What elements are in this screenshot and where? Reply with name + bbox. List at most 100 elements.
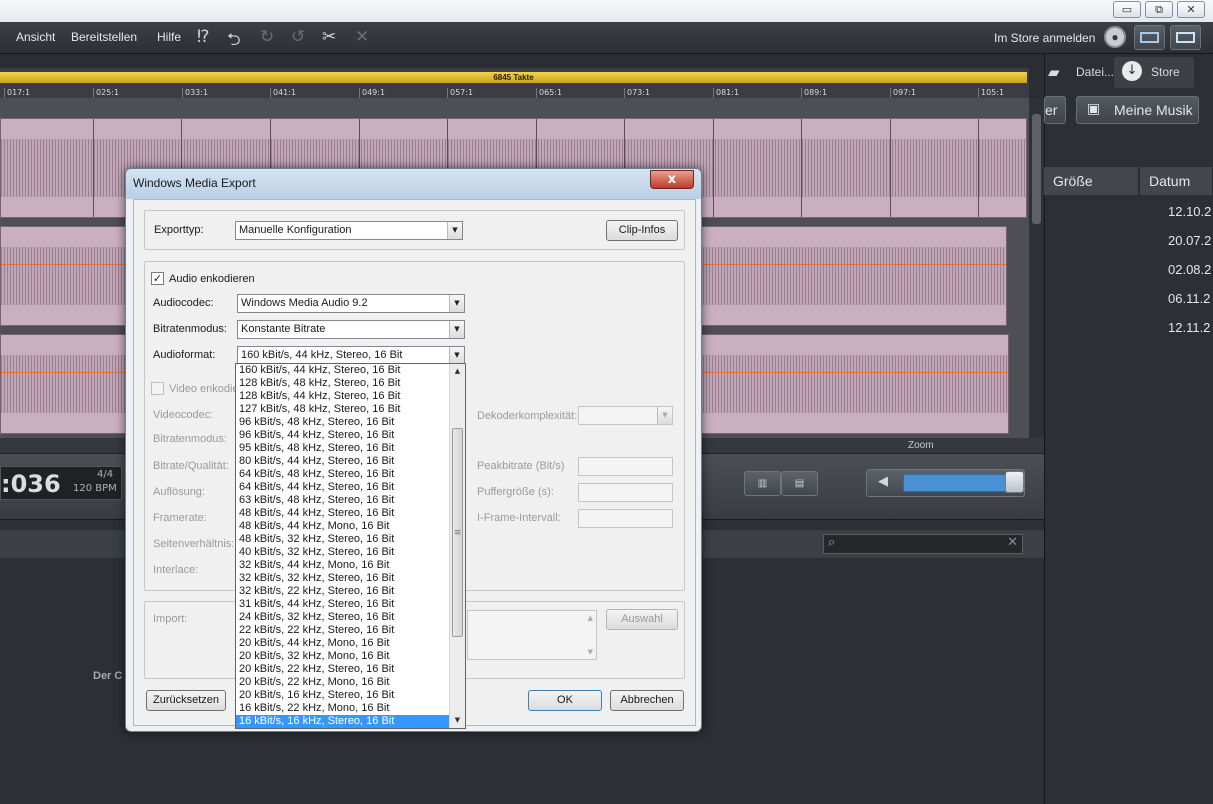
arranger-vertical-scrollbar[interactable]: [1029, 98, 1044, 450]
partial-button[interactable]: er: [1044, 96, 1066, 124]
audio-encode-label: Audio enkodieren: [169, 273, 255, 285]
audio-format-option[interactable]: 64 kBit/s, 48 kHz, Stereo, 16 Bit: [236, 468, 450, 481]
takte-bar[interactable]: 6845 Takte: [0, 72, 1027, 83]
audio-format-option[interactable]: 127 kBit/s, 48 kHz, Stereo, 16 Bit: [236, 403, 450, 416]
date-cell: 02.08.2: [1168, 262, 1212, 277]
audio-codec-select[interactable]: Windows Media Audio 9.2 ▼: [237, 294, 465, 313]
window-view-icon: [1140, 32, 1159, 43]
user-avatar-icon[interactable]: ●: [1104, 26, 1126, 48]
keyboard-icon[interactable]: ▥: [744, 471, 781, 496]
peak-bitrate-field[interactable]: [578, 457, 673, 476]
tab-dateien[interactable]: Datei...: [1046, 56, 1114, 88]
clear-icon[interactable]: ✕: [1007, 535, 1018, 550]
scrollbar-thumb[interactable]: ≡: [452, 428, 463, 637]
audio-format-dropdown-list[interactable]: 160 kBit/s, 44 kHz, Stereo, 16 Bit 128 kB…: [235, 363, 466, 729]
menu-hilfe[interactable]: Hilfe: [157, 30, 181, 44]
column-header-groesse[interactable]: Größe: [1044, 167, 1139, 195]
timecode-display: :036 4/4 120 BPM: [0, 466, 122, 500]
column-header-datum[interactable]: Datum: [1140, 167, 1213, 195]
buffer-size-field[interactable]: [578, 483, 673, 502]
audio-format-option[interactable]: 32 kBit/s, 44 kHz, Mono, 16 Bit: [236, 559, 450, 572]
audio-format-option[interactable]: 20 kBit/s, 22 kHz, Stereo, 16 Bit: [236, 663, 450, 676]
bitrate-mode-label: Bitratenmodus:: [153, 323, 227, 335]
audio-format-option[interactable]: 32 kBit/s, 32 kHz, Stereo, 16 Bit: [236, 572, 450, 585]
scroll-up-icon[interactable]: ▲: [450, 364, 465, 379]
interlace-label: Interlace:: [153, 564, 199, 576]
loop-icon[interactable]: ⮌: [227, 27, 241, 56]
dropdown-scrollbar[interactable]: ▲ ≡ ▼: [449, 364, 465, 728]
audio-encode-checkbox[interactable]: ✓: [151, 272, 164, 285]
video-encode-checkbox[interactable]: [151, 382, 164, 395]
audio-format-option[interactable]: 32 kBit/s, 22 kHz, Stereo, 16 Bit: [236, 585, 450, 598]
zoom-control[interactable]: Zoom: [908, 440, 934, 451]
audio-format-option[interactable]: 20 kBit/s, 32 kHz, Mono, 16 Bit: [236, 650, 450, 663]
audio-format-option[interactable]: 48 kBit/s, 32 kHz, Stereo, 16 Bit: [236, 533, 450, 546]
audio-format-option[interactable]: 128 kBit/s, 48 kHz, Stereo, 16 Bit: [236, 377, 450, 390]
audio-format-option[interactable]: 20 kBit/s, 16 kHz, Stereo, 16 Bit: [236, 689, 450, 702]
decoder-complexity-label: Dekoderkomplexität:: [477, 410, 578, 422]
menu-ansicht[interactable]: Ansicht: [16, 30, 55, 44]
menu-bar: Ansicht Bereitstellen Hilfe ⁉ ⮌ ↻ ↺ ✂ ✕ …: [0, 22, 1213, 54]
redo-icon[interactable]: ↻: [260, 27, 274, 47]
audio-format-option[interactable]: 128 kBit/s, 44 kHz, Stereo, 16 Bit: [236, 390, 450, 403]
music-folder-icon: ▣: [1087, 101, 1101, 117]
scroll-up-icon[interactable]: ▲: [588, 614, 593, 622]
audio-format-option[interactable]: 31 kBit/s, 44 kHz, Stereo, 16 Bit: [236, 598, 450, 611]
audio-format-option[interactable]: 24 kBit/s, 32 kHz, Stereo, 16 Bit: [236, 611, 450, 624]
audio-format-option[interactable]: 48 kBit/s, 44 kHz, Mono, 16 Bit: [236, 520, 450, 533]
bitrate-mode-value: Konstante Bitrate: [241, 323, 326, 335]
help-icon[interactable]: ⁉: [197, 27, 209, 47]
tab-store[interactable]: Store: [1121, 56, 1180, 88]
volume-slider-handle[interactable]: [1005, 471, 1024, 493]
clip-infos-button[interactable]: Clip-Infos: [606, 220, 678, 241]
close-window-button[interactable]: ✕: [1177, 1, 1205, 18]
export-type-select[interactable]: Manuelle Konfiguration ▼: [235, 221, 463, 240]
audio-format-option[interactable]: 48 kBit/s, 44 kHz, Stereo, 16 Bit: [236, 507, 450, 520]
ok-button[interactable]: OK: [528, 690, 602, 711]
reset-button[interactable]: Zurücksetzen: [146, 690, 226, 711]
bitrate-quality-label: Bitrate/Qualität:: [153, 460, 229, 472]
audio-format-option[interactable]: 20 kBit/s, 22 kHz, Mono, 16 Bit: [236, 676, 450, 689]
bitrate-mode-select[interactable]: Konstante Bitrate ▼: [237, 320, 465, 339]
menu-bereitstellen[interactable]: Bereitstellen: [71, 30, 137, 44]
scroll-down-icon[interactable]: ▼: [588, 648, 593, 656]
import-path-field[interactable]: ▲ ▼: [467, 610, 597, 660]
undo-icon[interactable]: ↺: [291, 27, 305, 47]
audio-format-option[interactable]: 16 kBit/s, 22 kHz, Mono, 16 Bit: [236, 702, 450, 715]
ruler-tick: 017:1: [4, 88, 30, 98]
view-toggle-2-button[interactable]: [1170, 25, 1201, 50]
resolution-label: Auflösung:: [153, 486, 205, 498]
view-toggle-1-button[interactable]: [1134, 25, 1165, 50]
ruler-tick: 049:1: [359, 88, 385, 98]
audio-format-option[interactable]: 64 kBit/s, 44 kHz, Stereo, 16 Bit: [236, 481, 450, 494]
audio-format-option[interactable]: 95 kBit/s, 48 kHz, Stereo, 16 Bit: [236, 442, 450, 455]
search-input[interactable]: ⌕ ✕: [823, 534, 1023, 554]
framerate-label: Framerate:: [153, 512, 207, 524]
audio-format-option[interactable]: 40 kBit/s, 32 kHz, Stereo, 16 Bit: [236, 546, 450, 559]
audio-format-label: Audioformat:: [153, 349, 216, 361]
minimize-button[interactable]: ▭: [1113, 1, 1141, 18]
audio-format-option[interactable]: 63 kBit/s, 48 kHz, Stereo, 16 Bit: [236, 494, 450, 507]
decoder-complexity-select[interactable]: ▼: [578, 406, 673, 425]
audio-format-option[interactable]: 16 kBit/s, 16 kHz, Stereo, 16 Bit: [236, 715, 450, 728]
audio-format-option[interactable]: 80 kBit/s, 44 kHz, Stereo, 16 Bit: [236, 455, 450, 468]
store-login-link[interactable]: Im Store anmelden: [994, 31, 1095, 45]
audio-format-option[interactable]: 20 kBit/s, 44 kHz, Mono, 16 Bit: [236, 637, 450, 650]
scissors-icon[interactable]: ✂: [322, 27, 336, 47]
app-window: ▭ ⧉ ✕ Ansicht Bereitstellen Hilfe ⁉ ⮌ ↻ …: [0, 0, 1213, 804]
mixer-icon[interactable]: ▤: [781, 471, 818, 496]
dialog-close-button[interactable]: x: [650, 170, 694, 189]
audio-format-option[interactable]: 22 kBit/s, 22 kHz, Stereo, 16 Bit: [236, 624, 450, 637]
cancel-button[interactable]: Abbrechen: [610, 690, 684, 711]
iframe-interval-field[interactable]: [578, 509, 673, 528]
audio-format-option[interactable]: 96 kBit/s, 44 kHz, Stereo, 16 Bit: [236, 429, 450, 442]
ruler-tick: 081:1: [713, 88, 739, 98]
scroll-down-icon[interactable]: ▼: [450, 713, 465, 728]
audio-codec-value: Windows Media Audio 9.2: [241, 297, 368, 309]
speaker-icon[interactable]: ◀: [878, 474, 888, 489]
auswahl-button[interactable]: Auswahl: [606, 609, 678, 630]
restore-button[interactable]: ⧉: [1145, 1, 1173, 18]
audio-format-option[interactable]: 96 kBit/s, 48 kHz, Stereo, 16 Bit: [236, 416, 450, 429]
audio-format-option[interactable]: 160 kBit/s, 44 kHz, Stereo, 16 Bit: [236, 364, 450, 377]
delete-icon[interactable]: ✕: [355, 27, 369, 47]
